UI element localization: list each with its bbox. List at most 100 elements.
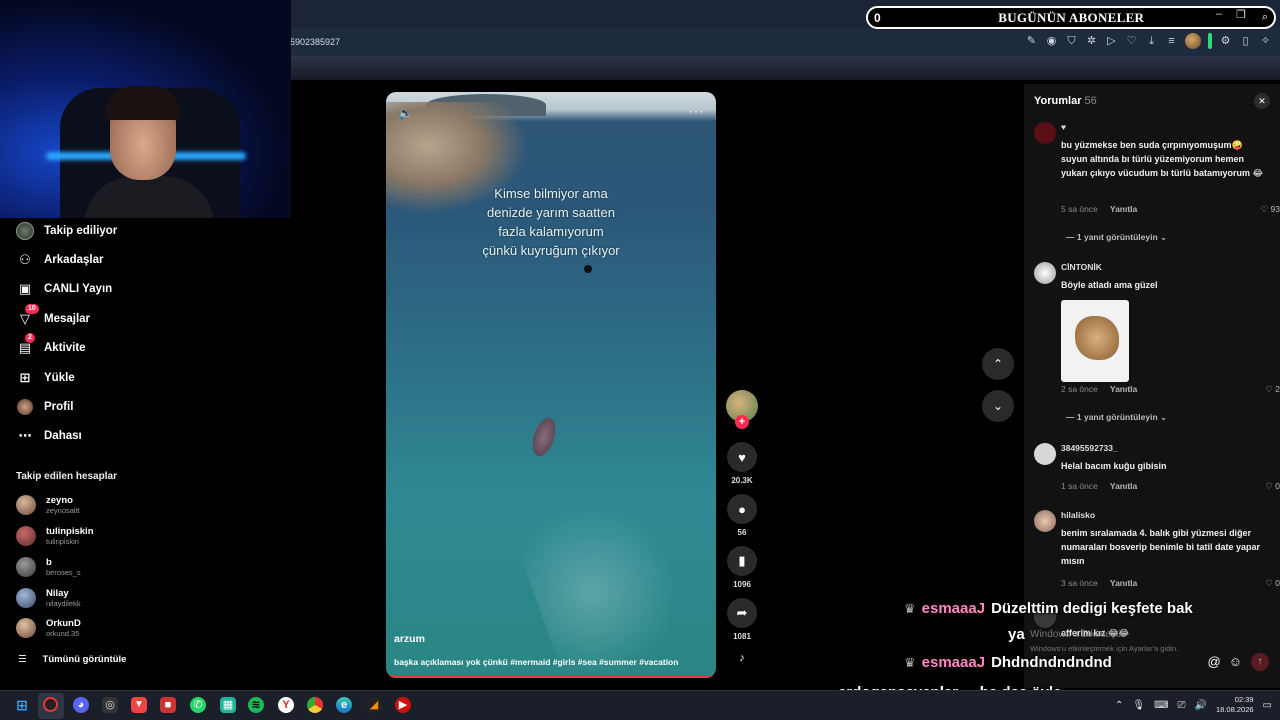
comment-like[interactable]: ♡ 2: [1265, 384, 1280, 395]
address-bar-url[interactable]: 5902385927: [290, 37, 340, 47]
list-icon[interactable]: ≡: [1165, 35, 1178, 48]
network-icon[interactable]: ⎚: [1178, 700, 1186, 711]
view-replies-button[interactable]: — 1 yanıt görüntüleyin ⌄: [1066, 232, 1167, 243]
edit-icon[interactable]: ✎: [1025, 35, 1038, 48]
close-comments-button[interactable]: ✕: [1254, 93, 1270, 109]
like-count: 20.3K: [731, 476, 753, 485]
more-options-icon[interactable]: ···: [689, 104, 704, 118]
microphone-icon[interactable]: 🎙: [1132, 700, 1145, 711]
whatsapp-icon[interactable]: ✆: [190, 697, 206, 713]
avatar[interactable]: [1034, 262, 1056, 284]
video-player[interactable]: 🔈 ··· Kimse bilmiyor ama denizde yarım s…: [386, 92, 716, 678]
media-player-icon[interactable]: ▶: [395, 697, 411, 713]
windows-start-icon[interactable]: ⊞: [14, 697, 30, 713]
extension-icon[interactable]: ✲: [1085, 35, 1098, 48]
keyboard-icon[interactable]: ⌨: [1154, 700, 1168, 711]
webcam-feed: [0, 0, 291, 218]
avatar: [16, 495, 36, 515]
volume-icon[interactable]: 🔊: [1195, 700, 1207, 711]
like-count: 0: [1275, 481, 1280, 491]
chrome-icon[interactable]: [307, 697, 323, 713]
video-progress-bar[interactable]: [386, 675, 716, 678]
app-icon[interactable]: ◢: [366, 697, 382, 713]
nav-following[interactable]: Takip ediliyor: [16, 222, 117, 240]
opera-gx-icon[interactable]: [43, 697, 58, 712]
volume-icon[interactable]: 🔈: [398, 106, 413, 120]
clock[interactable]: 02:39 18.08.2026: [1216, 695, 1254, 715]
reply-button[interactable]: Yanıtla: [1110, 578, 1137, 588]
spotify-icon[interactable]: ≋: [248, 697, 264, 713]
obs-icon[interactable]: ◎: [102, 697, 118, 713]
next-video-button[interactable]: ⌄: [982, 390, 1014, 422]
download-icon[interactable]: ⤓: [1145, 35, 1158, 48]
follow-plus-icon[interactable]: +: [735, 415, 749, 429]
comment-user[interactable]: hilalisko: [1061, 510, 1095, 520]
account-handle: orkund.35: [46, 628, 80, 638]
comment-sticker-image[interactable]: [1061, 300, 1129, 382]
comment-button[interactable]: ● 56: [726, 494, 758, 537]
heart-icon: ♡: [1265, 481, 1276, 491]
account-handle: zeynosaltt: [46, 505, 80, 515]
following-account[interactable]: tulinpiskin tulinpiskin: [16, 526, 94, 546]
nav-upload[interactable]: ⊞ Yükle: [16, 369, 75, 387]
comment-user[interactable]: 38495592733_: [1061, 443, 1118, 453]
nav-friends[interactable]: ⚇ Arkadaşlar: [16, 251, 103, 269]
shield-icon[interactable]: ⛉: [1065, 35, 1078, 48]
following-account[interactable]: zeyno zeynosaltt: [16, 495, 80, 515]
brave-icon[interactable]: ▼: [131, 697, 147, 713]
heart-icon[interactable]: ♡: [1125, 35, 1138, 48]
music-disc[interactable]: ♪: [726, 652, 758, 664]
avatar[interactable]: [1034, 122, 1056, 144]
following-account[interactable]: OrkunD orkund.35: [16, 618, 81, 638]
more-icon: ⋯: [18, 428, 32, 443]
view-replies-button[interactable]: — 1 yanıt görüntüleyin ⌄: [1066, 412, 1167, 423]
comment-like[interactable]: ♡ 0: [1265, 578, 1280, 589]
nav-profile[interactable]: Profil: [16, 398, 73, 416]
send-comment-button[interactable]: ↑: [1251, 653, 1269, 671]
minimize-button[interactable]: –: [1216, 8, 1222, 21]
following-account[interactable]: Nilay nilaydilekk: [16, 588, 81, 608]
comment-like[interactable]: ♡ 0: [1265, 481, 1280, 492]
windows-taskbar: ⊞ ◕ ◎ ▼ ■ ✆ ▦ ≋ Y e ◢ ▶ ⌃ 🎙 ⌨ ⎚ 🔊 02:39 …: [0, 690, 1280, 720]
settings-icon[interactable]: ⚙: [1219, 35, 1232, 48]
notifications-icon[interactable]: ▭: [1263, 700, 1272, 711]
previous-video-button[interactable]: ⌃: [982, 348, 1014, 380]
share-button[interactable]: ➦ 1081: [726, 598, 758, 641]
chevron-up-icon[interactable]: ⌃: [1115, 700, 1123, 711]
see-all-link[interactable]: ☰ Tümünü görüntüle: [18, 654, 126, 665]
page-header-strip: [290, 56, 1280, 80]
nav-messages[interactable]: ▽ 10 Mesajlar: [16, 304, 90, 328]
emoji-icon[interactable]: ☺: [1229, 654, 1242, 669]
nav-live[interactable]: ▣ CANLI Yayın: [16, 280, 112, 298]
comment-meta: 3 sa önce Yanıtla: [1061, 578, 1137, 588]
reply-button[interactable]: Yanıtla: [1110, 204, 1137, 214]
comment-meta: 2 sa önce Yanıtla: [1061, 384, 1137, 394]
edge-icon[interactable]: e: [336, 697, 352, 713]
sidebar-toggle-icon[interactable]: ▯: [1239, 35, 1252, 48]
search-icon[interactable]: ⌕: [1262, 11, 1268, 24]
video-author[interactable]: arzum: [394, 633, 425, 645]
yandex-icon[interactable]: Y: [278, 697, 294, 713]
profile-avatar-icon[interactable]: [1185, 33, 1201, 49]
game-app-icon[interactable]: ■: [160, 697, 176, 713]
save-button[interactable]: ▮ 1096: [726, 546, 758, 589]
avatar[interactable]: [1034, 510, 1056, 532]
comment-user[interactable]: CİNTONİK: [1061, 262, 1102, 272]
play-icon[interactable]: ▷: [1105, 35, 1118, 48]
reply-button[interactable]: Yanıtla: [1110, 384, 1137, 394]
camera-icon[interactable]: ◉: [1045, 35, 1058, 48]
chat-app-icon[interactable]: ▦: [220, 697, 236, 713]
nav-more[interactable]: ⋯ Dahası: [16, 427, 82, 445]
maximize-button[interactable]: ❐: [1236, 8, 1246, 21]
messages-icon: ▽ 10: [16, 304, 39, 328]
comment-user[interactable]: ♥: [1061, 122, 1066, 132]
avatar[interactable]: [1034, 443, 1056, 465]
mention-icon[interactable]: @: [1208, 654, 1221, 669]
discord-icon[interactable]: ◕: [73, 697, 89, 713]
following-account[interactable]: b beroses_s: [16, 557, 81, 577]
reply-button[interactable]: Yanıtla: [1110, 481, 1137, 491]
ai-icon[interactable]: ✧: [1259, 35, 1272, 48]
nav-activity[interactable]: ▤ 2 Aktivite: [16, 333, 86, 357]
comment-like[interactable]: ♡ 93: [1261, 204, 1280, 215]
like-button[interactable]: ♥ 20.3K: [726, 442, 758, 485]
